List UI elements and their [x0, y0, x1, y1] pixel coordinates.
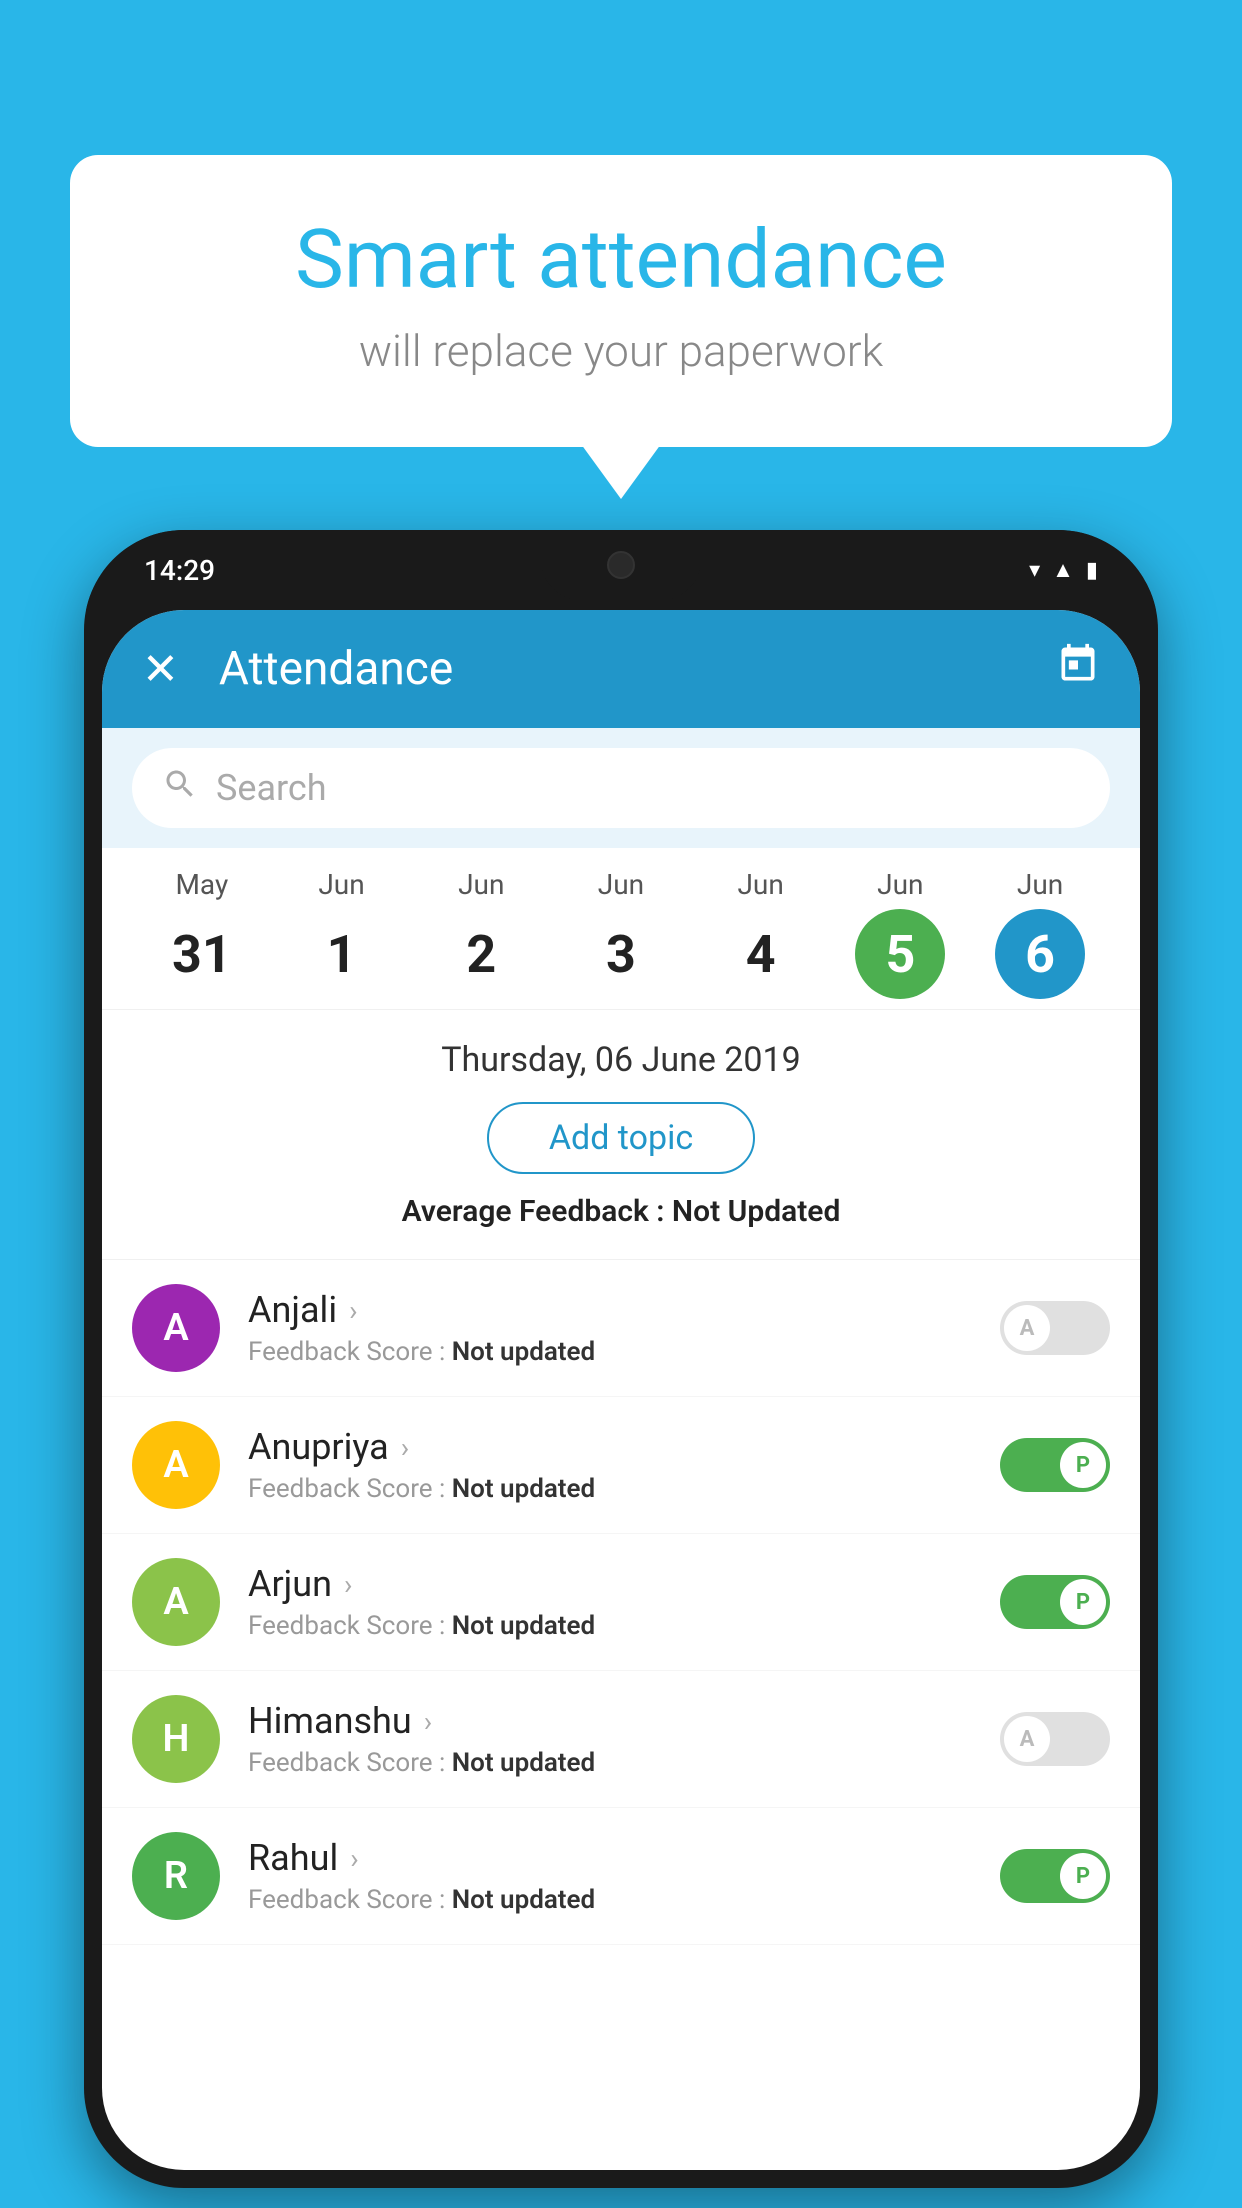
toggle-thumb: P — [1060, 1579, 1106, 1625]
student-item[interactable]: A Anupriya › Feedback Score : Not updated P — [102, 1397, 1140, 1534]
battery-icon: ▮ — [1086, 558, 1098, 583]
avg-feedback: Average Feedback : Not Updated — [132, 1194, 1110, 1229]
toggle-thumb: P — [1060, 1853, 1106, 1899]
student-info: Rahul › Feedback Score : Not updated — [248, 1837, 1000, 1915]
bubble-subtitle: will replace your paperwork — [150, 325, 1092, 377]
selected-date-label: Thursday, 06 June 2019 — [132, 1040, 1110, 1080]
bubble-title: Smart attendance — [150, 215, 1092, 305]
cal-date: 1 — [297, 909, 387, 999]
student-name: Himanshu › — [248, 1700, 1000, 1742]
status-icons: ▾ ▲ ▮ — [1029, 557, 1098, 583]
chevron-right-icon: › — [401, 1431, 409, 1464]
speech-bubble-container: Smart attendance will replace your paper… — [70, 155, 1172, 447]
calendar-day[interactable]: Jun 3 — [561, 868, 681, 999]
avatar: A — [132, 1284, 220, 1372]
student-info: Arjun › Feedback Score : Not updated — [248, 1563, 1000, 1641]
student-name: Rahul › — [248, 1837, 1000, 1879]
signal-icon: ▲ — [1052, 557, 1074, 583]
attendance-toggle[interactable]: P — [1000, 1575, 1110, 1629]
cal-month: May — [175, 868, 228, 901]
student-item[interactable]: AAnjali ›Feedback Score : Not updatedA — [102, 1260, 1140, 1397]
feedback-score: Feedback Score : Not updated — [248, 1474, 1000, 1504]
student-item[interactable]: H Himanshu › Feedback Score : Not updatedA — [102, 1671, 1140, 1808]
avg-feedback-value: Not Updated — [672, 1194, 840, 1229]
toggle-thumb: A — [1004, 1716, 1050, 1762]
attendance-toggle[interactable]: P — [1000, 1438, 1110, 1492]
cal-month: Jun — [1017, 868, 1063, 901]
feedback-score: Feedback Score : Not updated — [248, 1748, 1000, 1778]
toggle-thumb: P — [1060, 1442, 1106, 1488]
cal-month: Jun — [737, 868, 783, 901]
cal-month: Jun — [318, 868, 364, 901]
status-bar: 14:29 ▾ ▲ ▮ — [84, 530, 1158, 610]
search-placeholder: Search — [216, 767, 327, 809]
student-item[interactable]: A Arjun › Feedback Score : Not updated P — [102, 1534, 1140, 1671]
status-time: 14:29 — [144, 554, 215, 587]
app-bar: ✕ Attendance — [102, 610, 1140, 728]
student-item[interactable]: R Rahul › Feedback Score : Not updated P — [102, 1808, 1140, 1945]
search-bar[interactable]: Search — [132, 748, 1110, 828]
cal-date: 31 — [157, 909, 247, 999]
chevron-right-icon: › — [344, 1568, 352, 1601]
feedback-score: Feedback Score : Not updated — [248, 1611, 1000, 1641]
student-info: Himanshu › Feedback Score : Not updated — [248, 1700, 1000, 1778]
chevron-right-icon: › — [424, 1705, 432, 1738]
wifi-icon: ▾ — [1029, 558, 1040, 583]
attendance-toggle[interactable]: A — [1000, 1712, 1110, 1766]
attendance-toggle[interactable]: P — [1000, 1849, 1110, 1903]
attendance-toggle[interactable]: A — [1000, 1301, 1110, 1355]
avatar: R — [132, 1832, 220, 1920]
calendar-day[interactable]: Jun 1 — [282, 868, 402, 999]
cal-date: 4 — [716, 909, 806, 999]
camera — [607, 551, 635, 579]
student-name: Anjali › — [248, 1289, 1000, 1331]
phone-notch — [541, 530, 701, 600]
cal-date: 3 — [576, 909, 666, 999]
cal-date: 2 — [436, 909, 526, 999]
student-name: Arjun › — [248, 1563, 1000, 1605]
calendar-day[interactable]: May 31 — [142, 868, 262, 999]
phone-frame: 14:29 ▾ ▲ ▮ ✕ Attendance — [84, 530, 1158, 2188]
search-icon — [162, 766, 198, 811]
feedback-score: Feedback Score : Not updated — [248, 1337, 1000, 1367]
calendar-day[interactable]: Jun 4 — [701, 868, 821, 999]
student-list: AAnjali ›Feedback Score : Not updatedAAA… — [102, 1260, 1140, 1945]
phone-screen: ✕ Attendance Search May 31 Jun 1 Jun 2 Jun 3 Jun — [102, 610, 1140, 2170]
chevron-right-icon: › — [350, 1842, 358, 1875]
chevron-right-icon: › — [349, 1294, 357, 1327]
student-info: Anjali › Feedback Score : Not updated — [248, 1289, 1000, 1367]
student-info: Anupriya › Feedback Score : Not updated — [248, 1426, 1000, 1504]
app-bar-title: Attendance — [219, 642, 1056, 696]
speech-bubble: Smart attendance will replace your paper… — [70, 155, 1172, 447]
toggle-thumb: A — [1004, 1305, 1050, 1351]
calendar-strip: May 31 Jun 1 Jun 2 Jun 3 Jun 4 Jun 5 Jun 6 — [102, 848, 1140, 1010]
close-button[interactable]: ✕ — [142, 643, 179, 695]
avg-feedback-prefix: Average Feedback : — [402, 1194, 672, 1229]
avatar: A — [132, 1558, 220, 1646]
date-info: Thursday, 06 June 2019 Add topic Average… — [102, 1010, 1140, 1260]
cal-month: Jun — [458, 868, 504, 901]
add-topic-button[interactable]: Add topic — [487, 1102, 755, 1174]
avatar: H — [132, 1695, 220, 1783]
feedback-score: Feedback Score : Not updated — [248, 1885, 1000, 1915]
cal-date: 5 — [855, 909, 945, 999]
calendar-day[interactable]: Jun 2 — [421, 868, 541, 999]
avatar: A — [132, 1421, 220, 1509]
calendar-icon[interactable] — [1056, 642, 1100, 696]
calendar-day[interactable]: Jun 6 — [980, 868, 1100, 999]
cal-date: 6 — [995, 909, 1085, 999]
search-container: Search — [102, 728, 1140, 848]
cal-month: Jun — [877, 868, 923, 901]
student-name: Anupriya › — [248, 1426, 1000, 1468]
calendar-day[interactable]: Jun 5 — [840, 868, 960, 999]
cal-month: Jun — [598, 868, 644, 901]
